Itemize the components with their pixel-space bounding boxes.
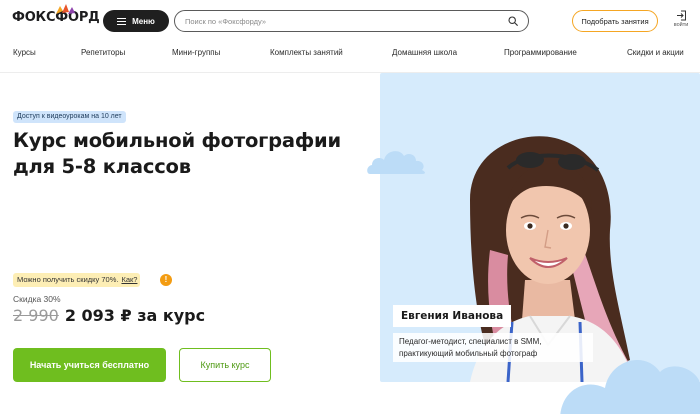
teacher-description: Педагог-методист, специалист в SMM, прак… [393, 333, 593, 362]
warning-icon[interactable]: ! [160, 274, 172, 286]
search-icon[interactable] [508, 16, 518, 26]
login-label: войти [673, 22, 689, 28]
logo[interactable]: ФОКСФОРД [12, 4, 100, 25]
nav-item-courses[interactable]: Курсы [13, 48, 36, 57]
access-badge: Доступ к видеоурокам на 10 лет [13, 111, 126, 123]
page-title-line1: Курс мобильной фотографии [13, 129, 341, 152]
discount-how-link[interactable]: Как? [121, 273, 137, 287]
nav-item-discounts[interactable]: Скидки и акции [627, 48, 684, 57]
search-bar [174, 10, 529, 32]
menu-button[interactable]: Меню [103, 10, 169, 32]
start-free-label: Начать учиться бесплатно [29, 360, 150, 370]
start-free-button[interactable]: Начать учиться бесплатно [13, 348, 166, 382]
nav-item-tutors[interactable]: Репетиторы [81, 48, 125, 57]
hamburger-icon [117, 17, 127, 25]
price: 2 990 2 093 ₽ за курс [13, 306, 205, 325]
menu-button-label: Меню [132, 16, 155, 26]
nav-item-programming[interactable]: Программирование [504, 48, 577, 57]
page-title: Курс мобильной фотографии для 5-8 классо… [13, 128, 373, 180]
fox-logo-icon [56, 4, 75, 14]
old-price: 2 990 [13, 306, 59, 325]
login-icon [676, 10, 686, 21]
sale-label: Скидка 30% [13, 294, 61, 304]
buy-course-label: Купить курс [200, 360, 250, 370]
nav-item-home-school[interactable]: Домашняя школа [392, 48, 457, 57]
nav-item-bundles[interactable]: Комплекты занятий [270, 48, 343, 57]
nav-item-mini-groups[interactable]: Мини-группы [172, 48, 220, 57]
pick-classes-label: Подобрать занятия [581, 16, 649, 26]
main-nav: Курсы Репетиторы Мини-группы Комплекты з… [0, 44, 700, 66]
pick-classes-button[interactable]: Подобрать занятия [572, 10, 658, 32]
search-input[interactable] [185, 16, 508, 26]
page-title-line2: для 5-8 классов [13, 155, 191, 178]
discount-note-text: Можно получить скидку 70%. [17, 275, 119, 284]
new-price: 2 093 ₽ за курс [64, 306, 206, 325]
header: ФОКСФОРД Меню Подобрать занятия войти [0, 0, 700, 42]
teacher-name: Евгения Иванова [393, 305, 512, 327]
discount-note: Можно получить скидку 70%. Как? [13, 273, 141, 287]
buy-course-button[interactable]: Купить курс [179, 348, 271, 382]
login-button[interactable]: войти [666, 10, 696, 28]
